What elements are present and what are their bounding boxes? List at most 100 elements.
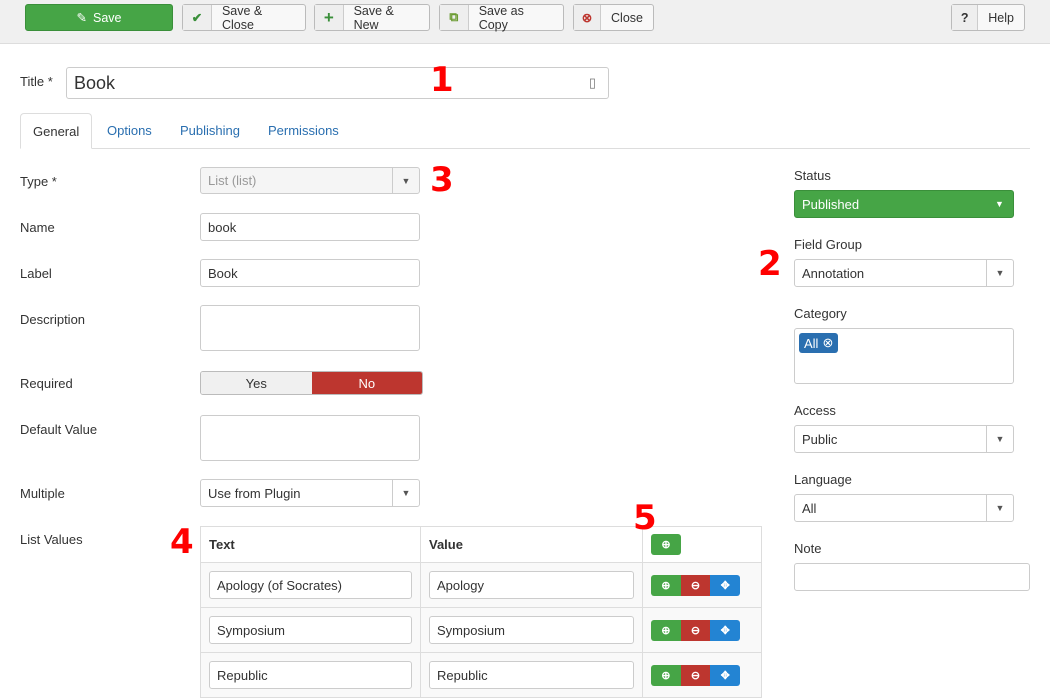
text-input[interactable]: Symposium xyxy=(209,616,412,644)
description-textarea[interactable] xyxy=(200,305,420,351)
value-input[interactable]: Apology xyxy=(429,571,634,599)
status-value: Published xyxy=(802,196,860,212)
toggle-icon[interactable]: ▯ xyxy=(589,75,596,91)
text-header: Text xyxy=(200,526,421,563)
chevron-down-icon: ▼ xyxy=(986,426,1013,452)
text-input[interactable]: Republic xyxy=(209,661,412,689)
edit-icon: ✎ xyxy=(76,11,87,25)
move-button[interactable]: ✥ xyxy=(710,574,740,596)
description-label: Description xyxy=(20,312,86,327)
field-group-value: Annotation xyxy=(802,265,865,281)
list-values-table: Text Value ⊕ Apology (of Socrates) Apolog… xyxy=(200,526,762,698)
close-circle-icon: ⊗ xyxy=(574,5,602,30)
plus-icon: + xyxy=(315,5,344,30)
chevron-down-icon: ▼ xyxy=(986,495,1013,521)
status-select[interactable]: Published ▼ xyxy=(794,190,1014,218)
multiple-select[interactable]: Use from Plugin ▼ xyxy=(200,479,420,507)
status-label: Status xyxy=(794,168,831,183)
tab-publishing[interactable]: Publishing xyxy=(168,113,252,149)
tab-options[interactable]: Options xyxy=(95,113,164,149)
field-group-select[interactable]: Annotation ▼ xyxy=(794,259,1014,287)
tab-permissions[interactable]: Permissions xyxy=(256,113,351,149)
value-input[interactable]: Republic xyxy=(429,661,634,689)
chevron-down-icon: ▼ xyxy=(392,168,419,193)
check-icon: ✔ xyxy=(183,5,212,30)
tab-general[interactable]: General xyxy=(20,113,93,149)
title-label: Title * xyxy=(20,74,53,89)
default-value-textarea[interactable] xyxy=(200,415,420,461)
copy-icon: ⧉ xyxy=(440,5,469,30)
category-tag-label: All xyxy=(804,335,819,351)
title-value: Book xyxy=(74,72,116,93)
save-label: Save xyxy=(92,10,122,25)
language-label: Language xyxy=(794,472,852,487)
access-label: Access xyxy=(794,403,836,418)
tab-bar: General Options Publishing Permissions xyxy=(20,113,1030,149)
annotation-1: 1 xyxy=(430,60,454,100)
default-value-label: Default Value xyxy=(20,422,98,437)
save-copy-button[interactable]: ⧉ Save as Copy xyxy=(439,3,564,32)
annotation-5: 5 xyxy=(633,498,657,538)
close-button[interactable]: ⊗ Close xyxy=(573,4,654,31)
remove-button[interactable]: ⊖ xyxy=(680,619,711,641)
save-new-button[interactable]: + Save & New xyxy=(314,3,430,32)
required-yes-button[interactable]: Yes xyxy=(201,372,312,394)
move-button[interactable]: ✥ xyxy=(710,664,740,686)
value-header: Value xyxy=(420,526,643,563)
note-input[interactable] xyxy=(794,563,1030,591)
save-close-button[interactable]: ✔ Save & Close xyxy=(182,3,306,32)
table-row: Symposium Symposium ⊕ ⊖ ✥ xyxy=(200,607,762,653)
multiple-label: Multiple xyxy=(20,486,65,501)
close-label: Close xyxy=(611,10,643,25)
annotation-2: 2 xyxy=(758,244,782,284)
save-new-label: Save & New xyxy=(353,3,394,32)
value-input[interactable]: Symposium xyxy=(429,616,634,644)
question-icon: ? xyxy=(952,5,979,30)
type-select: List (list) ▼ xyxy=(200,167,420,194)
language-value: All xyxy=(802,500,817,516)
toolbar: ✎ Save ✔ Save & Close + Save & New ⧉ Save as… xyxy=(0,0,1050,44)
title-input[interactable]: Book ▯ xyxy=(66,67,609,99)
category-tag: All ⊗ xyxy=(799,333,839,353)
annotation-3: 3 xyxy=(430,160,454,200)
add-after-button[interactable]: ⊕ xyxy=(651,574,681,596)
chevron-down-icon: ▼ xyxy=(995,199,1004,209)
name-input[interactable]: book xyxy=(200,213,420,241)
remove-button[interactable]: ⊖ xyxy=(680,574,711,596)
chevron-down-icon: ▼ xyxy=(986,260,1013,286)
required-toggle: Yes No xyxy=(200,371,423,395)
language-select[interactable]: All ▼ xyxy=(794,494,1014,522)
field-group-label: Field Group xyxy=(794,237,862,252)
table-row: Republic Republic ⊕ ⊖ ✥ xyxy=(200,652,762,698)
add-after-button[interactable]: ⊕ xyxy=(651,619,681,641)
access-select[interactable]: Public ▼ xyxy=(794,425,1014,453)
name-value: book xyxy=(208,219,237,235)
add-after-button[interactable]: ⊕ xyxy=(651,664,681,686)
save-button[interactable]: ✎ Save xyxy=(25,4,173,31)
list-values-label: List Values xyxy=(20,532,83,547)
save-copy-label: Save as Copy xyxy=(478,3,524,32)
note-label: Note xyxy=(794,541,822,556)
label-value: Book xyxy=(208,265,238,281)
label-input[interactable]: Book xyxy=(200,259,420,287)
type-label: Type * xyxy=(20,174,57,189)
category-multiselect[interactable]: All ⊗ xyxy=(794,328,1014,384)
type-value: List (list) xyxy=(208,173,257,188)
chevron-down-icon: ▼ xyxy=(392,480,419,506)
save-close-label: Save & Close xyxy=(221,3,263,32)
help-button[interactable]: ? Help xyxy=(951,4,1025,31)
annotation-4: 4 xyxy=(170,522,194,562)
table-row: Apology (of Socrates) Apology ⊕ ⊖ ✥ xyxy=(200,562,762,608)
required-no-button[interactable]: No xyxy=(311,372,422,394)
remove-tag-icon[interactable]: ⊗ xyxy=(822,335,833,351)
actions-header: ⊕ xyxy=(642,526,762,563)
remove-button[interactable]: ⊖ xyxy=(680,664,711,686)
text-input[interactable]: Apology (of Socrates) xyxy=(209,571,412,599)
help-label: Help xyxy=(988,10,1014,25)
required-label: Required xyxy=(20,376,73,391)
name-label: Name xyxy=(20,220,55,235)
multiple-value: Use from Plugin xyxy=(208,485,301,501)
access-value: Public xyxy=(802,431,838,447)
move-button[interactable]: ✥ xyxy=(710,619,740,641)
label-label: Label xyxy=(20,266,52,281)
